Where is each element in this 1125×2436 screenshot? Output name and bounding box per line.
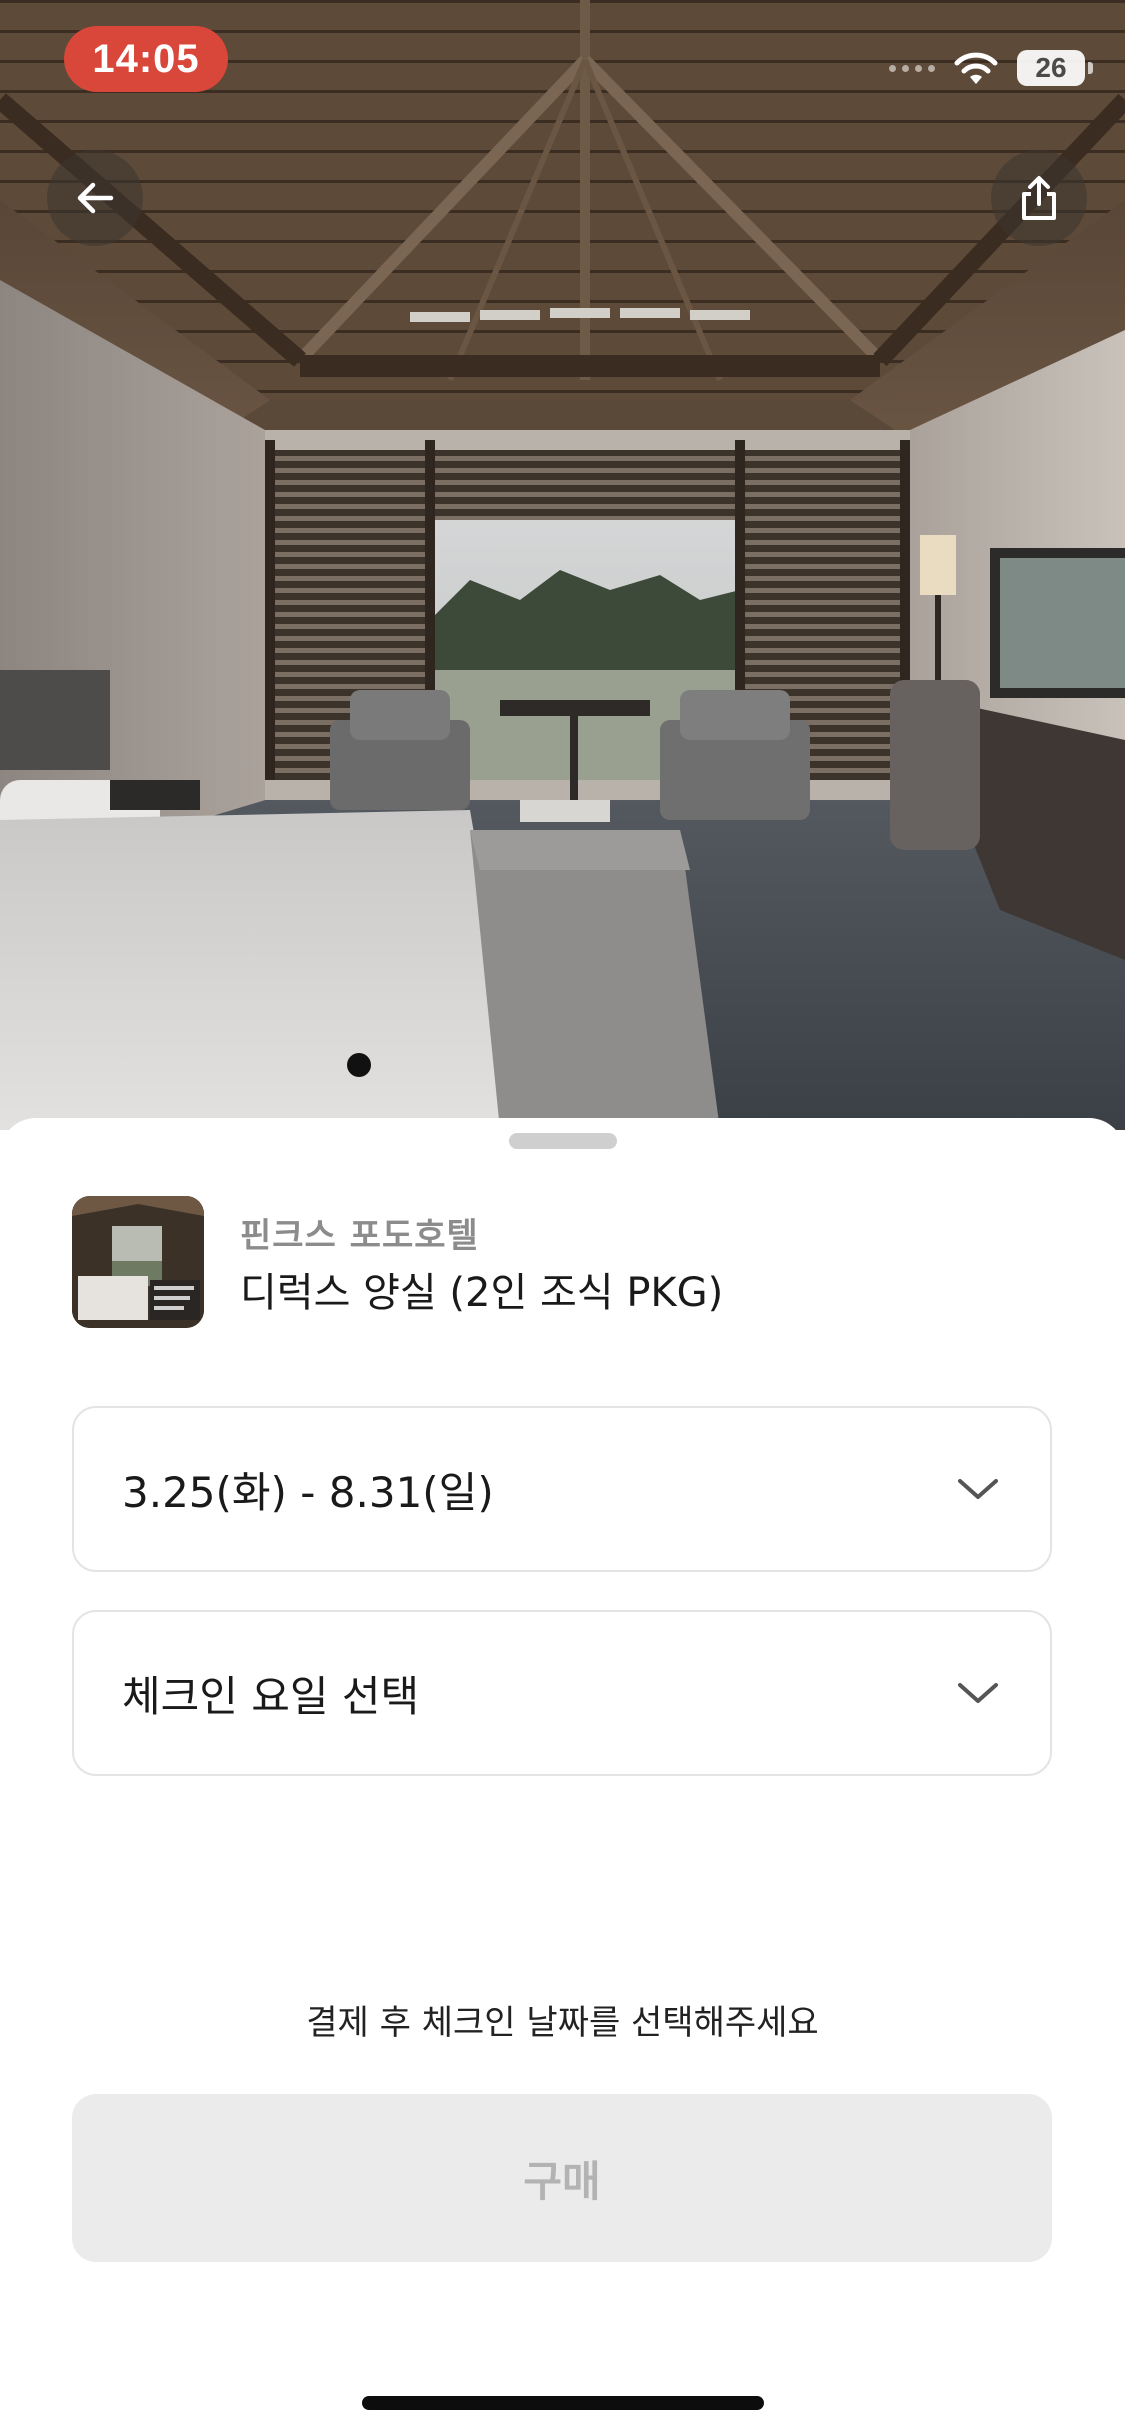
checkin-day-label: 체크인 요일 선택 [122, 1671, 420, 1721]
status-time: 14:05 [64, 26, 228, 92]
hotel-room-illustration [0, 0, 1125, 1130]
checkin-helper-text: 결제 후 체크인 날짜를 선택해주세요 [306, 2003, 819, 2043]
room-name: 디럭스 양실 (2인 조식 PKG) [240, 1270, 724, 1316]
home-indicator[interactable] [362, 2396, 764, 2410]
checkin-day-select[interactable]: 체크인 요일 선택 [72, 1610, 1052, 1776]
wifi-icon [954, 52, 998, 84]
product-thumbnail-image [72, 1196, 204, 1328]
back-button[interactable] [47, 150, 143, 246]
share-icon [1022, 176, 1056, 220]
arrow-left-icon [77, 182, 114, 214]
carousel-page-indicator[interactable] [347, 1053, 371, 1077]
cellular-signal-icon [889, 64, 935, 72]
hotel-name: 핀크스 포도호텔 [240, 1216, 479, 1256]
share-button[interactable] [991, 150, 1087, 246]
date-range-select[interactable]: 3.25(화) - 8.31(일) [72, 1406, 1052, 1572]
product-thumbnail [72, 1196, 204, 1328]
chevron-down-icon [958, 1683, 998, 1703]
chevron-down-icon [958, 1479, 998, 1499]
product-purchase-screen: 14:05 26 핀크스 포도호텔 디럭스 양실 (2인 조식 PKG) 3.2… [0, 0, 1125, 2436]
battery-icon: 26 [1017, 50, 1093, 86]
hotel-room-photo[interactable] [0, 0, 1125, 1130]
buy-button[interactable]: 구매 [72, 2094, 1052, 2262]
date-range-label: 3.25(화) - 8.31(일) [122, 1467, 494, 1517]
sheet-grabber-handle[interactable] [509, 1133, 617, 1149]
status-indicators: 26 [889, 40, 1093, 96]
